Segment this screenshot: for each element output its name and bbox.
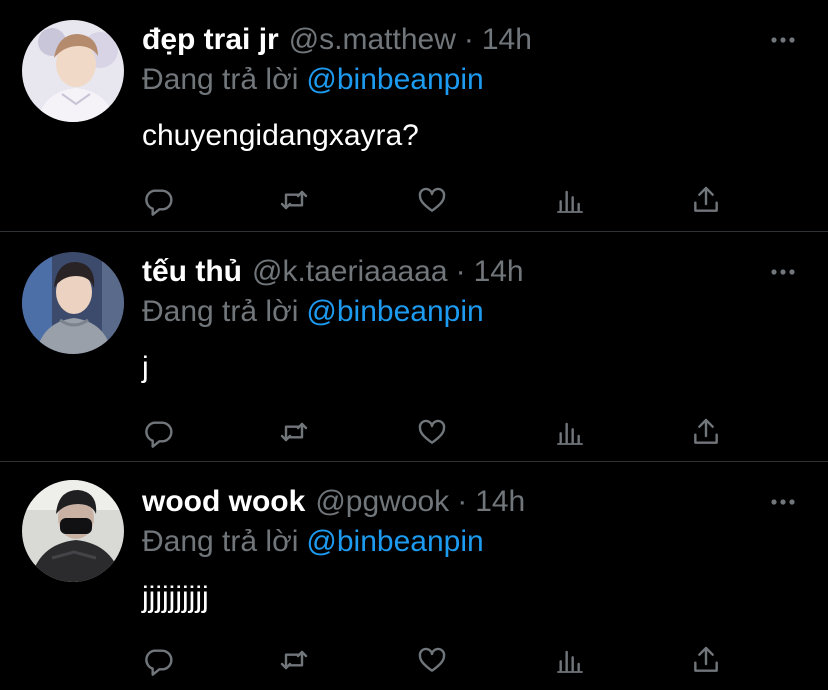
tweet[interactable]: wood wook @pgwook · 14h Đang trả lời @binbea… xyxy=(0,462,828,690)
replying-to: Đang trả lời @binbeanpin xyxy=(142,60,484,100)
views-icon[interactable] xyxy=(548,638,592,682)
action-bar xyxy=(0,178,828,222)
retweet-icon[interactable] xyxy=(272,638,316,682)
tweet[interactable]: đẹp trai jr @s.matthew · 14h Đang trả lời @b… xyxy=(0,0,828,232)
share-icon[interactable] xyxy=(684,638,728,682)
tweet-header: wood wook @pgwook · 14h xyxy=(142,482,525,522)
mention-link[interactable]: @binbeanpin xyxy=(306,525,483,558)
display-name[interactable]: đẹp trai jr xyxy=(142,23,279,56)
like-icon[interactable] xyxy=(410,410,454,454)
tweet-header: tếu thủ @k.taeriaaaaa · 14h xyxy=(142,252,524,292)
replying-to: Đang trả lời @binbeanpin xyxy=(142,522,484,562)
mention-link[interactable]: @binbeanpin xyxy=(306,295,483,328)
reply-icon[interactable] xyxy=(136,410,180,454)
more-icon[interactable] xyxy=(768,262,798,282)
share-icon[interactable] xyxy=(684,410,728,454)
replying-prefix: Đang trả lời xyxy=(142,295,299,328)
display-name[interactable]: tếu thủ xyxy=(142,255,242,288)
separator: · xyxy=(455,255,466,288)
action-bar xyxy=(0,410,828,454)
handle[interactable]: @s.matthew xyxy=(289,23,456,56)
tweet-text: jjjjjjjjjj xyxy=(142,581,209,614)
avatar[interactable] xyxy=(22,20,124,122)
separator: · xyxy=(457,485,468,518)
avatar[interactable] xyxy=(22,480,124,582)
more-icon[interactable] xyxy=(768,492,798,512)
replying-to: Đang trả lời @binbeanpin xyxy=(142,292,484,332)
replying-prefix: Đang trả lời xyxy=(142,63,299,96)
display-name[interactable]: wood wook xyxy=(142,485,305,518)
avatar[interactable] xyxy=(22,252,124,354)
retweet-icon[interactable] xyxy=(272,410,316,454)
reply-icon[interactable] xyxy=(136,638,180,682)
timestamp[interactable]: 14h xyxy=(474,255,524,288)
views-icon[interactable] xyxy=(548,410,592,454)
tweet[interactable]: tếu thủ @k.taeriaaaaa · 14h Đang trả lời @bi… xyxy=(0,232,828,462)
retweet-icon[interactable] xyxy=(272,178,316,222)
replying-prefix: Đang trả lời xyxy=(142,525,299,558)
share-icon[interactable] xyxy=(684,178,728,222)
more-icon[interactable] xyxy=(768,30,798,50)
reply-icon[interactable] xyxy=(136,178,180,222)
handle[interactable]: @pgwook xyxy=(315,485,449,518)
separator: · xyxy=(463,23,474,56)
timestamp[interactable]: 14h xyxy=(475,485,525,518)
timestamp[interactable]: 14h xyxy=(482,23,532,56)
tweet-header: đẹp trai jr @s.matthew · 14h xyxy=(142,20,532,60)
handle[interactable]: @k.taeriaaaaa xyxy=(252,255,448,288)
views-icon[interactable] xyxy=(548,178,592,222)
action-bar xyxy=(0,638,828,682)
tweet-text: j xyxy=(142,351,149,384)
tweet-text: chuyengidangxayra? xyxy=(142,119,419,152)
like-icon[interactable] xyxy=(410,638,454,682)
like-icon[interactable] xyxy=(410,178,454,222)
mention-link[interactable]: @binbeanpin xyxy=(306,63,483,96)
